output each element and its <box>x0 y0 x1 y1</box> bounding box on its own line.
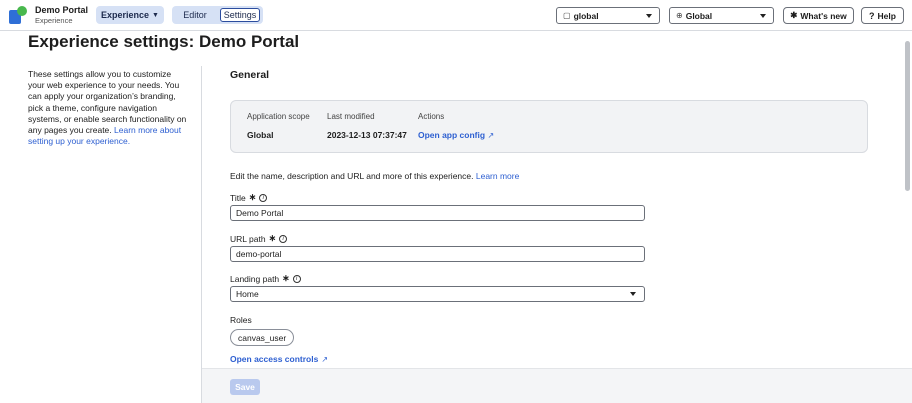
page-scrollbar[interactable] <box>905 33 910 403</box>
scope-dropdown[interactable]: ▢ global <box>556 7 660 24</box>
landing-path-field-label: Landing path ∗ i <box>230 273 301 284</box>
column-divider <box>201 66 202 403</box>
roles-field-label: Roles <box>230 315 252 325</box>
section-title-general: General <box>230 69 270 81</box>
help-button[interactable]: ? Help <box>861 7 904 24</box>
app-title: Demo Portal <box>35 5 89 15</box>
url-path-input[interactable]: demo-portal <box>230 246 645 262</box>
role-chip[interactable]: canvas_user <box>230 329 295 346</box>
page-title: Experience settings: Demo Portal <box>28 32 300 51</box>
modified-value: 2023-12-13 07:37:47 <box>327 130 407 140</box>
scope-header: Application scope <box>247 112 310 121</box>
info-icon[interactable]: i <box>259 193 268 202</box>
experience-menu-label: Experience <box>101 10 150 20</box>
edit-instructions-text: Edit the name, description and URL and m… <box>230 171 474 181</box>
help-circle-icon: ? <box>869 10 875 21</box>
open-access-controls-link[interactable]: Open access controls ↗ <box>230 354 328 364</box>
experience-menu-button[interactable]: Experience ▼ <box>96 6 164 24</box>
caret-down-icon: ▼ <box>152 11 159 19</box>
open-access-controls-label: Open access controls <box>230 354 319 364</box>
landing-path-select-value: Home <box>236 289 259 299</box>
globe-icon: ⊕ <box>676 11 683 20</box>
page-description: These settings allow you to customize yo… <box>28 69 190 147</box>
language-dropdown[interactable]: ⊕ Global <box>669 7 774 24</box>
roles-label: Roles <box>230 315 252 325</box>
chevron-down-icon <box>646 14 652 18</box>
top-navigation-bar: Demo Portal Experience Experience ▼ Edit… <box>0 0 912 31</box>
learn-more-link[interactable]: Learn more <box>476 171 519 181</box>
landing-path-label: Landing path <box>230 273 280 284</box>
url-path-field-label: URL path ∗ i <box>230 233 288 244</box>
chevron-down-icon <box>760 14 766 18</box>
whats-new-label: What's new <box>800 10 847 21</box>
save-button[interactable]: Save <box>230 379 260 395</box>
edit-instructions: Edit the name, description and URL and m… <box>230 171 519 181</box>
title-field-label: Title ∗ i <box>230 192 268 203</box>
tab-editor[interactable]: Editor <box>172 6 218 24</box>
url-path-label: URL path <box>230 233 266 244</box>
modified-header: Last modified <box>327 112 375 121</box>
scope-dropdown-value: global <box>573 10 599 21</box>
title-label: Title <box>230 192 246 203</box>
chevron-down-icon <box>630 292 636 296</box>
app-subtitle: Experience <box>35 16 73 25</box>
scrollbar-thumb[interactable] <box>905 41 910 191</box>
landing-path-select[interactable]: Home <box>230 286 645 302</box>
app-logo <box>9 6 27 24</box>
mode-switcher: Editor Settings <box>172 6 263 24</box>
required-icon: ∗ <box>268 233 277 243</box>
required-icon: ∗ <box>248 192 257 202</box>
title-input[interactable]: Demo Portal <box>230 205 645 221</box>
help-label: Help <box>877 10 896 21</box>
info-icon[interactable]: i <box>279 234 288 243</box>
external-link-icon: ↗ <box>487 131 495 140</box>
external-link-icon: ↗ <box>321 354 329 364</box>
required-icon: ∗ <box>282 273 290 283</box>
title-input-value: Demo Portal <box>236 208 284 218</box>
actions-header: Actions <box>418 112 445 121</box>
open-app-config-link[interactable]: Open app config ↗ <box>418 130 494 140</box>
whats-new-button[interactable]: ✱ What's new <box>783 7 854 24</box>
scope-value: Global <box>247 130 274 140</box>
language-dropdown-value: Global <box>685 10 713 21</box>
url-path-input-value: demo-portal <box>236 249 282 259</box>
document-icon: ▢ <box>563 11 571 20</box>
app-info-panel: Application scope Last modified Actions … <box>230 100 868 153</box>
sparkle-icon: ✱ <box>790 10 798 20</box>
open-app-config-label: Open app config <box>418 130 486 140</box>
tab-settings[interactable]: Settings <box>220 8 260 22</box>
info-icon[interactable]: i <box>292 274 301 283</box>
form-footer: Save <box>202 368 912 403</box>
